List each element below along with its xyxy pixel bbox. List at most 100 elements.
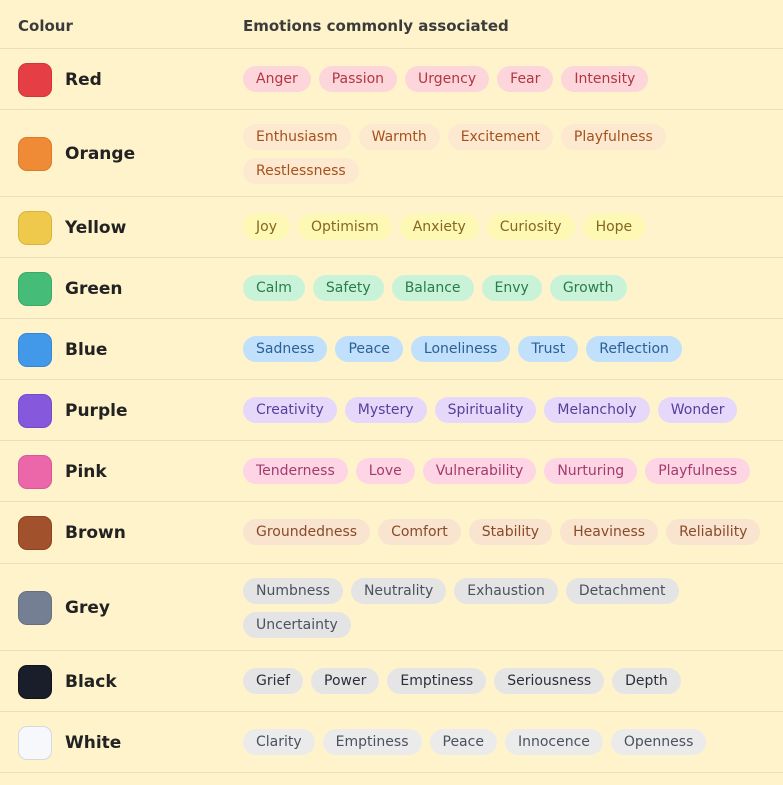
emotion-tag: Vulnerability bbox=[422, 458, 537, 484]
emotion-tag: Groundedness bbox=[243, 519, 371, 545]
emotion-tag-list: Sadness Peace Loneliness Trust Reflection bbox=[243, 336, 773, 362]
colour-swatch bbox=[18, 393, 52, 428]
emotion-tag: Urgency bbox=[405, 66, 490, 92]
emotion-tag: Emptiness bbox=[387, 668, 487, 694]
emotion-tag: Peace bbox=[429, 729, 497, 755]
emotion-tag: Peace bbox=[335, 336, 403, 362]
emotion-tag-list: Anger Passion Urgency Fear Intensity bbox=[243, 66, 773, 92]
emotion-tag: Curiosity bbox=[486, 214, 575, 240]
emotion-tag-list: Tenderness Love Vulnerability Nurturing Play… bbox=[243, 458, 773, 484]
colour-name: White bbox=[65, 732, 122, 753]
colour-column-header: Colour bbox=[18, 17, 73, 35]
table-row-yellow: Yellow Joy Optimism Anxiety Curiosity Hope bbox=[0, 197, 783, 258]
emotion-tag: Neutrality bbox=[350, 578, 447, 604]
emotion-tag: Balance bbox=[391, 275, 474, 301]
emotion-tag: Heaviness bbox=[560, 519, 659, 545]
emotion-tag: Innocence bbox=[504, 729, 603, 755]
emotion-tag: Grief bbox=[243, 668, 304, 694]
emotion-tag: Stability bbox=[468, 519, 553, 545]
colour-swatch bbox=[18, 590, 52, 625]
colour-swatch bbox=[18, 725, 52, 760]
emotion-tag: Emptiness bbox=[322, 729, 422, 755]
emotion-tag: Trust bbox=[518, 336, 579, 362]
emotion-tag: Fear bbox=[497, 66, 554, 92]
emotion-tag-list: Numbness Neutrality Exhaustion Detachment Un… bbox=[243, 578, 773, 638]
emotion-tag-list: Enthusiasm Warmth Excitement Playfulness Res… bbox=[243, 124, 773, 184]
colour-name: Brown bbox=[65, 523, 126, 543]
colour-emotion-table: Colour Emotions commonly associated Red A… bbox=[0, 3, 783, 773]
emotion-tag: Wonder bbox=[657, 397, 738, 423]
colour-swatch bbox=[18, 271, 52, 306]
colour-name: Green bbox=[65, 278, 123, 299]
table-row-red: Red Anger Passion Urgency Fear Intensity bbox=[0, 49, 783, 110]
colour-name: Yellow bbox=[65, 217, 127, 238]
emotion-tag: Passion bbox=[318, 66, 398, 92]
emotion-tag: Joy bbox=[243, 214, 290, 240]
colour-swatch bbox=[18, 62, 52, 97]
emotion-tag: Playfulness bbox=[560, 124, 666, 150]
table-body: Red Anger Passion Urgency Fear Intensity Orang… bbox=[0, 49, 783, 773]
colour-swatch bbox=[18, 332, 52, 367]
colour-swatch bbox=[18, 664, 52, 699]
colour-name: Orange bbox=[65, 143, 136, 164]
emotion-tag: Calm bbox=[243, 275, 305, 301]
emotion-tag: Safety bbox=[312, 275, 384, 301]
emotion-tag-list: Grief Power Emptiness Seriousness Depth bbox=[243, 668, 773, 694]
table-header: Colour Emotions commonly associated bbox=[0, 3, 783, 49]
emotion-tag: Depth bbox=[612, 668, 681, 694]
emotion-tag: Reflection bbox=[586, 336, 682, 362]
table-row-white: White Clarity Emptiness Peace Innocence Openn… bbox=[0, 712, 783, 773]
emotion-tag: Power bbox=[311, 668, 380, 694]
colour-name: Black bbox=[65, 671, 117, 692]
colour-name: Pink bbox=[65, 461, 107, 482]
emotion-tag: Love bbox=[355, 458, 415, 484]
table-row-brown: Brown Groundedness Comfort Stability Heavine… bbox=[0, 502, 783, 564]
emotion-tag: Exhaustion bbox=[454, 578, 558, 604]
emotion-tag-list: Groundedness Comfort Stability Heaviness Rel… bbox=[243, 519, 773, 545]
table-row-pink: Pink Tenderness Love Vulnerability Nurturing… bbox=[0, 441, 783, 502]
emotion-tag: Nurturing bbox=[544, 458, 638, 484]
emotion-tag: Clarity bbox=[243, 729, 315, 755]
emotion-tag: Melancholy bbox=[544, 397, 650, 423]
colour-name: Purple bbox=[65, 400, 128, 421]
colour-swatch bbox=[18, 454, 52, 489]
table-row-purple: Purple Creativity Mystery Spirituality Melan… bbox=[0, 380, 783, 441]
emotion-tag-list: Creativity Mystery Spirituality Melancholy W… bbox=[243, 397, 773, 423]
emotion-tag: Reliability bbox=[666, 519, 761, 545]
emotion-tag: Envy bbox=[481, 275, 542, 301]
emotion-tag-list: Clarity Emptiness Peace Innocence Openness bbox=[243, 729, 773, 755]
table-row-black: Black Grief Power Emptiness Seriousness Depth bbox=[0, 651, 783, 712]
colour-swatch bbox=[18, 516, 52, 550]
emotion-tag: Uncertainty bbox=[243, 612, 351, 638]
emotion-tag: Anger bbox=[243, 66, 311, 92]
emotion-tag: Numbness bbox=[243, 578, 343, 604]
emotion-tag: Hope bbox=[582, 214, 646, 240]
emotion-tag: Comfort bbox=[378, 519, 461, 545]
table-row-grey: Grey Numbness Neutrality Exhaustion Detachme… bbox=[0, 564, 783, 651]
emotion-tag: Spirituality bbox=[434, 397, 537, 423]
emotion-tag: Growth bbox=[549, 275, 627, 301]
emotion-tag: Creativity bbox=[243, 397, 337, 423]
table-row-green: Green Calm Safety Balance Envy Growth bbox=[0, 258, 783, 319]
emotion-tag: Warmth bbox=[358, 124, 440, 150]
emotions-column-header: Emotions commonly associated bbox=[243, 17, 509, 35]
emotion-tag: Restlessness bbox=[243, 158, 359, 184]
colour-swatch bbox=[18, 210, 52, 245]
emotion-tag: Detachment bbox=[565, 578, 679, 604]
emotion-tag: Sadness bbox=[243, 336, 328, 362]
emotion-tag: Tenderness bbox=[243, 458, 348, 484]
emotion-tag: Mystery bbox=[344, 397, 427, 423]
emotion-tag-list: Calm Safety Balance Envy Growth bbox=[243, 275, 773, 301]
colour-name: Grey bbox=[65, 597, 110, 618]
emotion-tag-list: Joy Optimism Anxiety Curiosity Hope bbox=[243, 214, 773, 240]
emotion-tag: Seriousness bbox=[494, 668, 605, 694]
emotion-tag: Intensity bbox=[561, 66, 649, 92]
colour-swatch bbox=[18, 136, 52, 171]
emotion-tag: Loneliness bbox=[410, 336, 511, 362]
emotion-tag: Enthusiasm bbox=[243, 124, 351, 150]
emotion-tag: Openness bbox=[610, 729, 707, 755]
colour-name: Red bbox=[65, 69, 102, 90]
table-row-blue: Blue Sadness Peace Loneliness Trust Reflectio… bbox=[0, 319, 783, 380]
table-row-orange: Orange Enthusiasm Warmth Excitement Playfuln… bbox=[0, 110, 783, 197]
emotion-tag: Excitement bbox=[447, 124, 553, 150]
